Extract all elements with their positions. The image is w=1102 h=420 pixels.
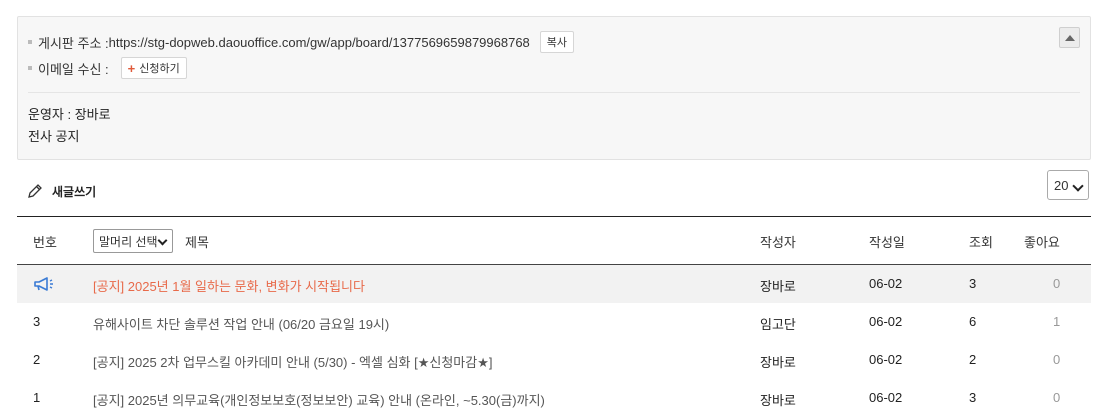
post-views: 2 <box>969 352 977 367</box>
write-post-button[interactable]: 새글쓰기 <box>26 182 96 200</box>
table-top-border <box>17 216 1091 217</box>
subscribe-label: 신청하기 <box>139 63 180 75</box>
operator-text: 운영자 : 장바로 <box>28 107 111 122</box>
post-title[interactable]: [공지] 2025년 1월 일하는 문화, 변화가 시작됩니다 <box>93 276 365 295</box>
email-label: 이메일 수신 : <box>38 61 109 77</box>
table-row: [공지] 2025년 1월 일하는 문화, 변화가 시작됩니다 장바로 06-0… <box>17 265 1091 303</box>
header-date[interactable]: 작성일 <box>869 232 905 251</box>
pencil-icon <box>28 184 42 198</box>
subscribe-button[interactable]: + 신청하기 <box>120 57 187 79</box>
board-info-panel: 게시판 주소 : https://stg-dopweb.daouoffice.c… <box>17 16 1091 160</box>
board-url-row: 게시판 주소 : https://stg-dopweb.daouoffice.c… <box>28 31 575 53</box>
board-url: https://stg-dopweb.daouoffice.com/gw/app… <box>108 34 530 50</box>
board-description: 전사 공지 <box>28 129 80 144</box>
header-likes[interactable]: 좋아요 <box>1024 232 1060 251</box>
bullet-icon <box>28 66 32 70</box>
chevron-up-icon <box>1064 34 1075 41</box>
post-date: 06-02 <box>869 390 903 405</box>
post-author: 임고단 <box>760 317 796 332</box>
post-title[interactable]: [공지] 2025 2차 업무스킬 아카데미 안내 (5/30) - 엑셀 심화… <box>93 352 492 371</box>
table-row: 3 유해사이트 차단 솔루션 작업 안내 (06/20 금요일 19시) 임고단… <box>17 303 1091 341</box>
post-likes: 1 <box>1053 314 1061 329</box>
post-likes: 0 <box>1053 390 1061 405</box>
post-date: 06-02 <box>869 352 903 367</box>
post-author: 장바로 <box>760 355 796 370</box>
divider <box>28 92 1080 93</box>
post-number: 2 <box>33 352 41 367</box>
email-row: 이메일 수신 : + 신청하기 <box>28 57 187 79</box>
page-size-select[interactable]: 20 <box>1047 170 1089 200</box>
post-author: 장바로 <box>760 279 796 294</box>
header-no[interactable]: 번호 <box>33 232 57 251</box>
write-post-label: 새글쓰기 <box>52 184 97 199</box>
header-title[interactable]: 제목 <box>185 232 209 251</box>
post-date: 06-02 <box>869 276 903 291</box>
chevron-down-icon <box>157 235 168 246</box>
bullet-icon <box>28 40 32 44</box>
header-views[interactable]: 조회 <box>969 232 993 251</box>
post-views: 6 <box>969 314 977 329</box>
post-views: 3 <box>969 390 977 405</box>
post-views: 3 <box>969 276 977 291</box>
post-number: 1 <box>33 390 41 405</box>
header-author[interactable]: 작성자 <box>760 232 796 251</box>
prefix-select[interactable]: 말머리 선택 <box>93 229 173 253</box>
chevron-down-icon <box>1072 180 1084 192</box>
table-row: 1 [공지] 2025년 의무교육(개인정보보호(정보보안) 교육) 안내 (온… <box>17 379 1091 417</box>
post-title[interactable]: [공지] 2025년 의무교육(개인정보보호(정보보안) 교육) 안내 (온라인… <box>93 390 545 409</box>
post-author: 장바로 <box>760 393 796 408</box>
copy-button[interactable]: 복사 <box>539 31 575 53</box>
page-size-value: 20 <box>1054 177 1069 193</box>
plus-icon: + <box>127 60 136 76</box>
post-likes: 0 <box>1053 352 1061 367</box>
post-title[interactable]: 유해사이트 차단 솔루션 작업 안내 (06/20 금요일 19시) <box>93 314 389 333</box>
megaphone-icon <box>33 277 55 294</box>
prefix-select-value: 말머리 선택 <box>99 234 158 249</box>
post-number: 3 <box>33 314 41 329</box>
post-likes: 0 <box>1053 276 1061 291</box>
table-row: 2 [공지] 2025 2차 업무스킬 아카데미 안내 (5/30) - 엑셀 … <box>17 341 1091 379</box>
board-url-label: 게시판 주소 : <box>38 35 109 51</box>
collapse-button[interactable] <box>1059 27 1080 48</box>
post-date: 06-02 <box>869 314 903 329</box>
